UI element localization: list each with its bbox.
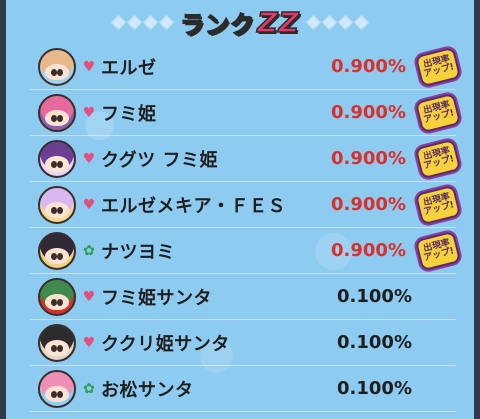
character-name: フミ姫サンタ — [101, 287, 212, 309]
clover-icon: ✿ — [83, 380, 95, 397]
character-name: ククリ姫サンタ — [101, 333, 230, 355]
heart-icon: ♥ — [82, 334, 96, 351]
list-item[interactable]: ♥ ククリ姫サンタ 0.100% — [30, 320, 456, 366]
drop-rate: 0.100% — [337, 286, 412, 307]
rank-title-grade: ZZ — [256, 5, 300, 40]
character-name: クグツ フミ姫 — [101, 149, 219, 171]
drop-rate: 0.900% — [331, 194, 406, 215]
list-item[interactable]: ✿ ナツヨミ 0.900% 出現率 アップ! — [30, 228, 462, 274]
list-item[interactable]: ♥ エルゼメキア・ＦＥＳ 0.900% 出現率 アップ! — [30, 182, 462, 228]
list-item[interactable]: ♥ フミ姫 0.900% 出現率 アップ! — [30, 90, 462, 136]
rank-header: ランク ZZ — [6, 0, 474, 44]
rank-title: ランク ZZ — [179, 5, 300, 40]
character-rate-list: ♥ エルゼ 0.900% 出現率 アップ! ♥ フミ姫 0.900% 出現率 アップ! ♥ クグツ フ… — [30, 44, 462, 412]
character-name: フミ姫 — [101, 103, 157, 125]
character-avatar — [38, 323, 76, 362]
character-avatar — [38, 277, 76, 316]
list-item[interactable]: ♥ クグツ フミ姫 0.900% 出現率 アップ! — [30, 136, 462, 182]
character-name: エルゼメキア・ＦＥＳ — [101, 195, 286, 217]
character-avatar — [38, 185, 76, 224]
drop-rate: 0.100% — [337, 332, 412, 353]
character-avatar — [38, 47, 76, 86]
header-diamonds-left — [110, 14, 175, 30]
rank-title-prefix: ランク — [179, 10, 256, 40]
gacha-rate-panel: ランク ZZ ♥ エルゼ 0.900% 出現率 アップ! ♥ フミ姫 0.900% 出現率 アップ… — [0, 0, 480, 419]
rate-up-badge: 出現率 アップ! — [414, 184, 462, 225]
character-name: ナツヨミ — [101, 241, 175, 263]
list-item[interactable]: ♥ フミ姫サンタ 0.100% — [30, 274, 456, 320]
heart-icon: ♥ — [82, 58, 96, 75]
rate-up-badge: 出現率 アップ! — [414, 230, 462, 271]
character-name: エルゼ — [101, 57, 157, 79]
heart-icon: ♥ — [82, 196, 96, 213]
list-item[interactable]: ✿ お松サンタ 0.100% — [30, 366, 456, 412]
drop-rate: 0.100% — [337, 378, 412, 399]
clover-icon: ✿ — [83, 242, 95, 259]
drop-rate: 0.900% — [331, 240, 406, 261]
character-avatar — [38, 231, 76, 270]
character-avatar — [38, 369, 76, 408]
rate-up-badge: 出現率 アップ! — [414, 46, 462, 87]
drop-rate: 0.900% — [331, 56, 406, 77]
rate-up-badge: 出現率 アップ! — [414, 138, 462, 179]
list-item[interactable]: ♥ エルゼ 0.900% 出現率 アップ! — [30, 44, 462, 90]
drop-rate: 0.900% — [331, 102, 406, 123]
rate-up-badge: 出現率 アップ! — [414, 92, 462, 133]
heart-icon: ♥ — [82, 150, 96, 167]
drop-rate: 0.900% — [331, 148, 406, 169]
character-avatar — [38, 93, 76, 132]
header-diamonds-right — [305, 14, 370, 30]
heart-icon: ♥ — [82, 104, 96, 121]
character-avatar — [38, 139, 76, 178]
heart-icon: ♥ — [82, 288, 96, 305]
character-name: お松サンタ — [101, 379, 194, 401]
